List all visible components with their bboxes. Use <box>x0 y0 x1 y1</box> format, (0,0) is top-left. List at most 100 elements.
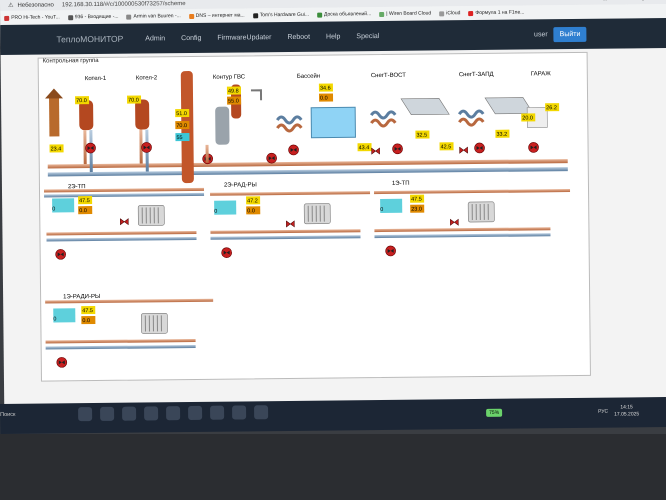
circuit-t2: 0.0 <box>247 208 255 214</box>
nav-help[interactable]: Help <box>326 33 340 40</box>
mixing-valve <box>53 308 76 323</box>
favicon-icon <box>188 13 194 19</box>
menu-icon[interactable]: ⋮ <box>640 0 646 2</box>
bookmark-item[interactable]: Tom's Hardware Gui... <box>252 12 309 19</box>
nav-admin[interactable]: Admin <box>145 35 165 42</box>
circuit-label: 1Э-РАДИ-РЫ <box>63 294 100 300</box>
bookmark-item[interactable]: Формула 1 на F1ne... <box>468 10 524 17</box>
monitor-bezel <box>0 434 666 500</box>
radiator-icon <box>467 201 495 223</box>
taskbar-search[interactable]: Поиск <box>0 412 15 418</box>
nav-firmware-updater[interactable]: FirmwareUpdater <box>217 34 271 42</box>
nav-config[interactable]: Config <box>181 34 201 41</box>
circuit-2e-tp: 2Э-ТП 0 47.5 0.0 <box>43 184 205 260</box>
url-text[interactable]: 192.168.30.118/#/c/100000530f73257/schem… <box>62 1 186 8</box>
circuit-t2: 23.0 <box>411 207 422 213</box>
user-label: user <box>533 30 548 38</box>
unit-label: Контур ГВС <box>213 74 246 80</box>
boiler-icon <box>79 100 94 131</box>
unit-label: Котел-2 <box>136 75 158 81</box>
edge-icon[interactable] <box>232 405 247 420</box>
favicon-icon <box>252 12 258 18</box>
chrome-icon[interactable] <box>166 406 181 421</box>
main-return-pipe <box>47 167 568 177</box>
launcher-icon[interactable] <box>144 406 159 421</box>
pump-icon <box>385 245 397 257</box>
app-brand[interactable]: ТеплоМОНИТОР <box>56 34 123 45</box>
extensions-icon[interactable]: ⧉ <box>622 0 626 2</box>
bookmark-item[interactable]: 936 - Входящие -... <box>67 14 119 21</box>
warning-icon: ⚠ <box>8 2 14 9</box>
group-title: Контрольная группа <box>42 57 99 65</box>
boiler-icon <box>135 99 150 130</box>
clock-date: 17.05.2025 <box>614 411 640 418</box>
garage-t1: 20.0 <box>522 115 533 121</box>
dhw-t2: 55.0 <box>228 99 239 105</box>
circuit-t1: 47.5 <box>79 198 90 204</box>
nav-reboot[interactable]: Reboot <box>287 33 310 40</box>
circuit-flow: 0 <box>380 207 383 213</box>
snow-melt-panel <box>400 98 450 116</box>
battery-indicator[interactable]: 75% <box>486 408 503 417</box>
circuit-label: 1Э-ТП <box>392 181 410 187</box>
pump-icon <box>474 142 486 154</box>
circuit-1e-tp: 1Э-ТП 0 47.5 23.0 <box>374 181 571 257</box>
boiler1-ret: 23.4 <box>51 146 62 152</box>
snow-east-t1: 43.4 <box>359 145 370 151</box>
circuit-1e-rad: 1Э-РАДИ-РЫ 0 47.5 0.0 <box>45 294 214 368</box>
security-label: Небезопасно <box>17 1 54 9</box>
widgets-icon[interactable] <box>78 407 93 422</box>
unit-label: СнегТ-ЗАПД <box>459 72 494 78</box>
valve-icon <box>286 220 295 228</box>
unit-label: ГАРАЖ <box>531 71 552 77</box>
main-supply-pipe <box>47 159 568 169</box>
task-view-icon[interactable] <box>100 406 115 421</box>
unit-label: Котел-1 <box>85 76 107 82</box>
browser-window: ⚠ Небезопасно 192.168.30.118/#/c/1000005… <box>0 0 666 420</box>
yandex-icon[interactable] <box>210 405 225 420</box>
logout-button[interactable]: Выйти <box>553 26 587 42</box>
explorer-icon[interactable] <box>122 406 137 421</box>
network-app-icon[interactable] <box>254 405 269 420</box>
pump-icon <box>288 144 300 156</box>
snow-east-t2: 32.5 <box>416 133 427 139</box>
circuit-label: 2Э-РАД-РЫ <box>224 182 257 188</box>
snow-west-t1: 42.5 <box>441 144 452 150</box>
bookmark-item[interactable]: | Wiren Board Cloud <box>379 10 431 17</box>
mixing-valve <box>214 200 237 215</box>
system-clock[interactable]: 14:15 17.05.2025 <box>614 404 639 418</box>
pump-icon <box>266 152 278 164</box>
bookmark-item[interactable]: iCloud <box>439 10 460 16</box>
snow-west-t2: 33.2 <box>496 132 507 138</box>
unit-label: СнегТ-ВОСТ <box>371 73 406 79</box>
nav-special[interactable]: Special <box>356 33 379 40</box>
circuit-flow: 0 <box>52 206 55 212</box>
circuit-t1: 47.2 <box>247 198 258 204</box>
clock-time: 14:15 <box>620 404 633 411</box>
boiler2-out: 70.0 <box>128 98 139 104</box>
boiler1-out: 70.0 <box>76 98 87 104</box>
valve-icon <box>459 146 468 154</box>
pump-icon <box>141 141 153 154</box>
star-icon[interactable]: ☆ <box>602 0 607 3</box>
circuit-t1: 47.5 <box>411 197 422 203</box>
unit-label: Бассейн <box>297 73 320 80</box>
snow-melt-panel <box>484 97 534 115</box>
app-icon[interactable] <box>188 405 203 421</box>
tank-top: 51.0 <box>176 111 187 117</box>
favicon-icon <box>379 11 385 17</box>
heating-scheme: Котел-1 Котел-2 Контур ГВС Бассейн СнегТ… <box>43 71 571 368</box>
language-indicator[interactable]: РУС <box>598 409 608 415</box>
bookmark-item[interactable]: PRO Hi-Tech - YouT... <box>4 14 60 21</box>
radiator-icon <box>303 203 331 225</box>
bookmark-item[interactable]: DNS – интернет ма... <box>188 12 245 19</box>
favicon-icon <box>468 10 474 16</box>
roof-icon <box>45 88 64 99</box>
pump-icon <box>85 142 97 154</box>
radiator-icon <box>140 312 168 335</box>
valve-icon <box>120 218 129 226</box>
scheme-panel: Контрольная группа Котел-1 Котел-2 Конту… <box>37 51 591 382</box>
bookmark-item[interactable]: Armin van Buuren -... <box>126 13 181 20</box>
bookmark-item[interactable]: Доска объявлений... <box>316 11 371 18</box>
circuit-t2: 0.0 <box>79 208 87 214</box>
